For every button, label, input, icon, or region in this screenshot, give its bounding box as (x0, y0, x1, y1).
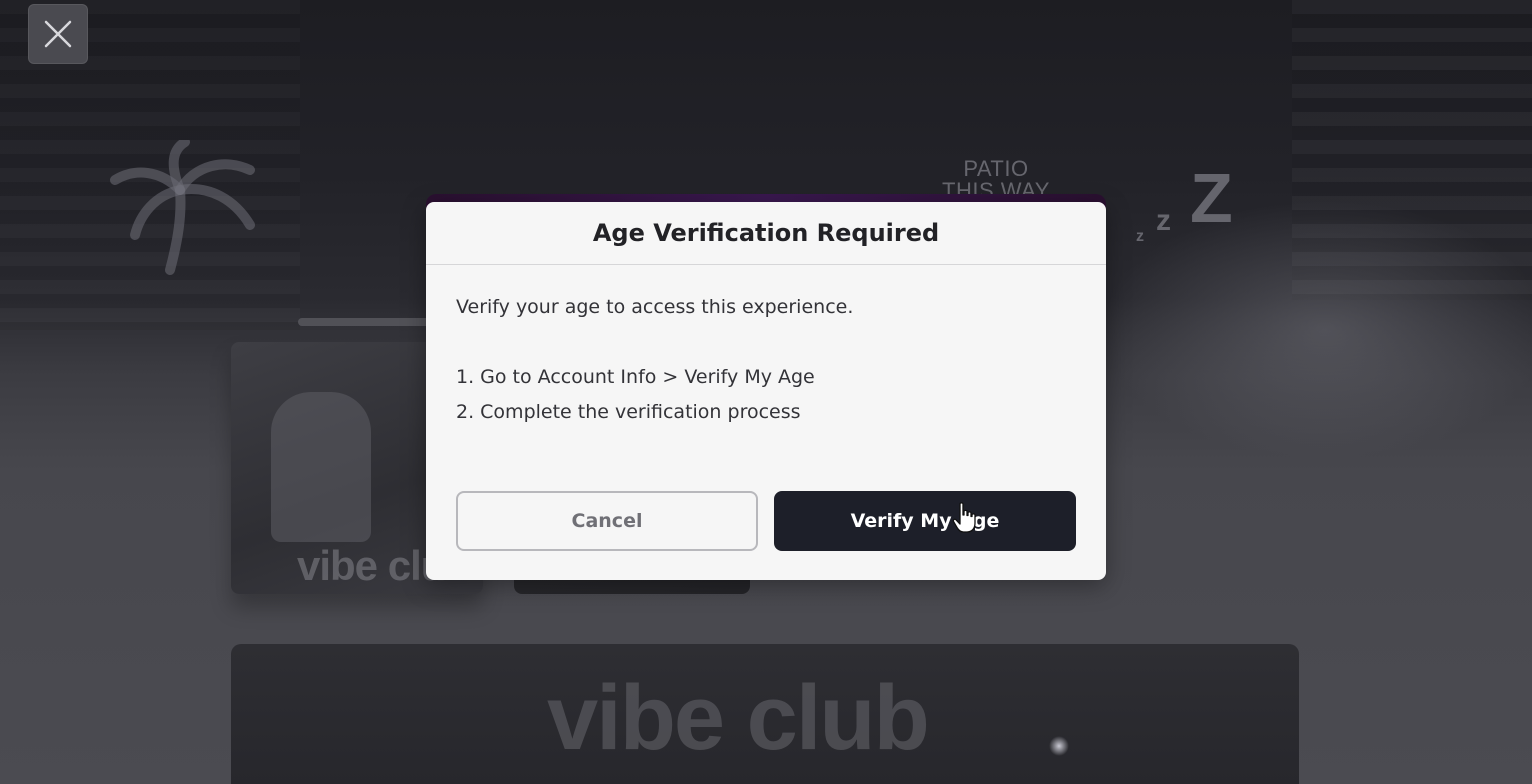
dialog-title: Age Verification Required (592, 219, 940, 247)
dialog-header: Age Verification Required (426, 202, 1106, 265)
experience-banner: vibe club (231, 644, 1299, 784)
zzz-small: z (1136, 228, 1144, 245)
patio-sign-line1: PATIO (963, 156, 1029, 181)
banner-logo: vibe club (547, 667, 930, 769)
banner-light (1049, 736, 1069, 756)
age-verification-dialog: Age Verification Required Verify your ag… (426, 202, 1106, 580)
dialog-step-2: 2. Complete the verification process (456, 401, 801, 423)
dialog-step-1: 1. Go to Account Info > Verify My Age (456, 366, 815, 388)
avatar-figure (271, 392, 371, 542)
close-button[interactable] (28, 4, 88, 64)
cancel-button[interactable]: Cancel (456, 491, 758, 551)
background-glow (1100, 200, 1532, 460)
verify-my-age-button[interactable]: Verify My Age (774, 491, 1076, 551)
palm-tree-neon-icon (110, 140, 255, 275)
dialog-actions: Cancel Verify My Age (456, 491, 1076, 551)
dialog-intro-text: Verify your age to access this experienc… (456, 296, 854, 318)
dialog-body: Verify your age to access this experienc… (426, 265, 1106, 424)
close-icon (44, 20, 72, 48)
zzz-large: Z (1190, 159, 1233, 237)
zzz-medium: z (1156, 204, 1171, 237)
